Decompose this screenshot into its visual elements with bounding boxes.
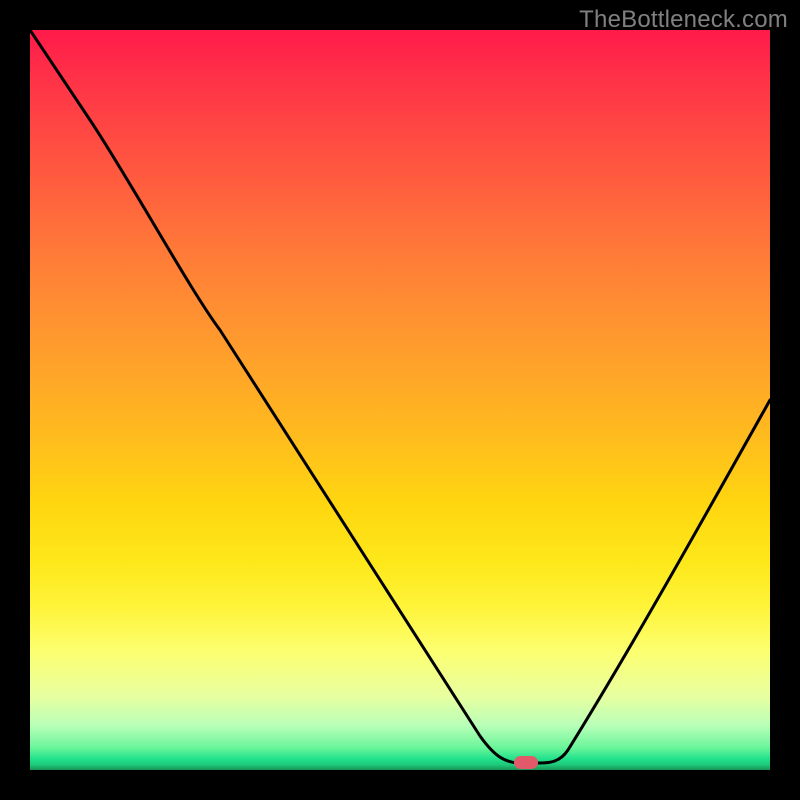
watermark-text: TheBottleneck.com [579,6,788,34]
chart-plot-area [30,30,770,770]
optimal-point-marker [514,756,538,769]
bottleneck-curve-path [30,30,770,763]
chart-curve [30,30,770,770]
